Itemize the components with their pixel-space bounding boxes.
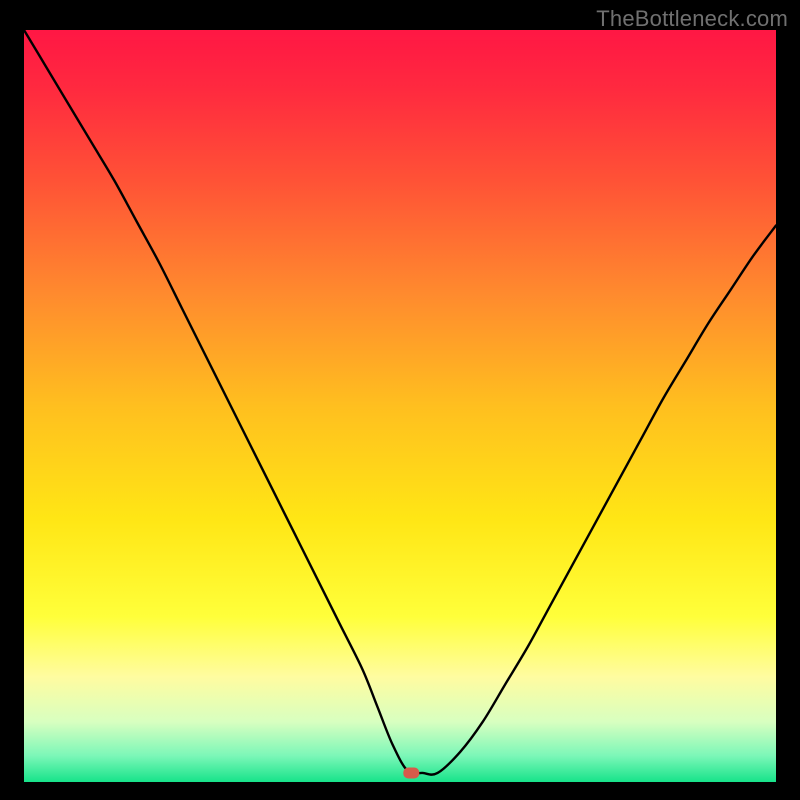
optimum-marker	[403, 767, 419, 778]
bottleneck-chart	[24, 30, 776, 782]
gradient-background	[24, 30, 776, 782]
watermark-text: TheBottleneck.com	[596, 6, 788, 32]
chart-stage: TheBottleneck.com	[0, 0, 800, 800]
plot-area	[24, 30, 776, 782]
